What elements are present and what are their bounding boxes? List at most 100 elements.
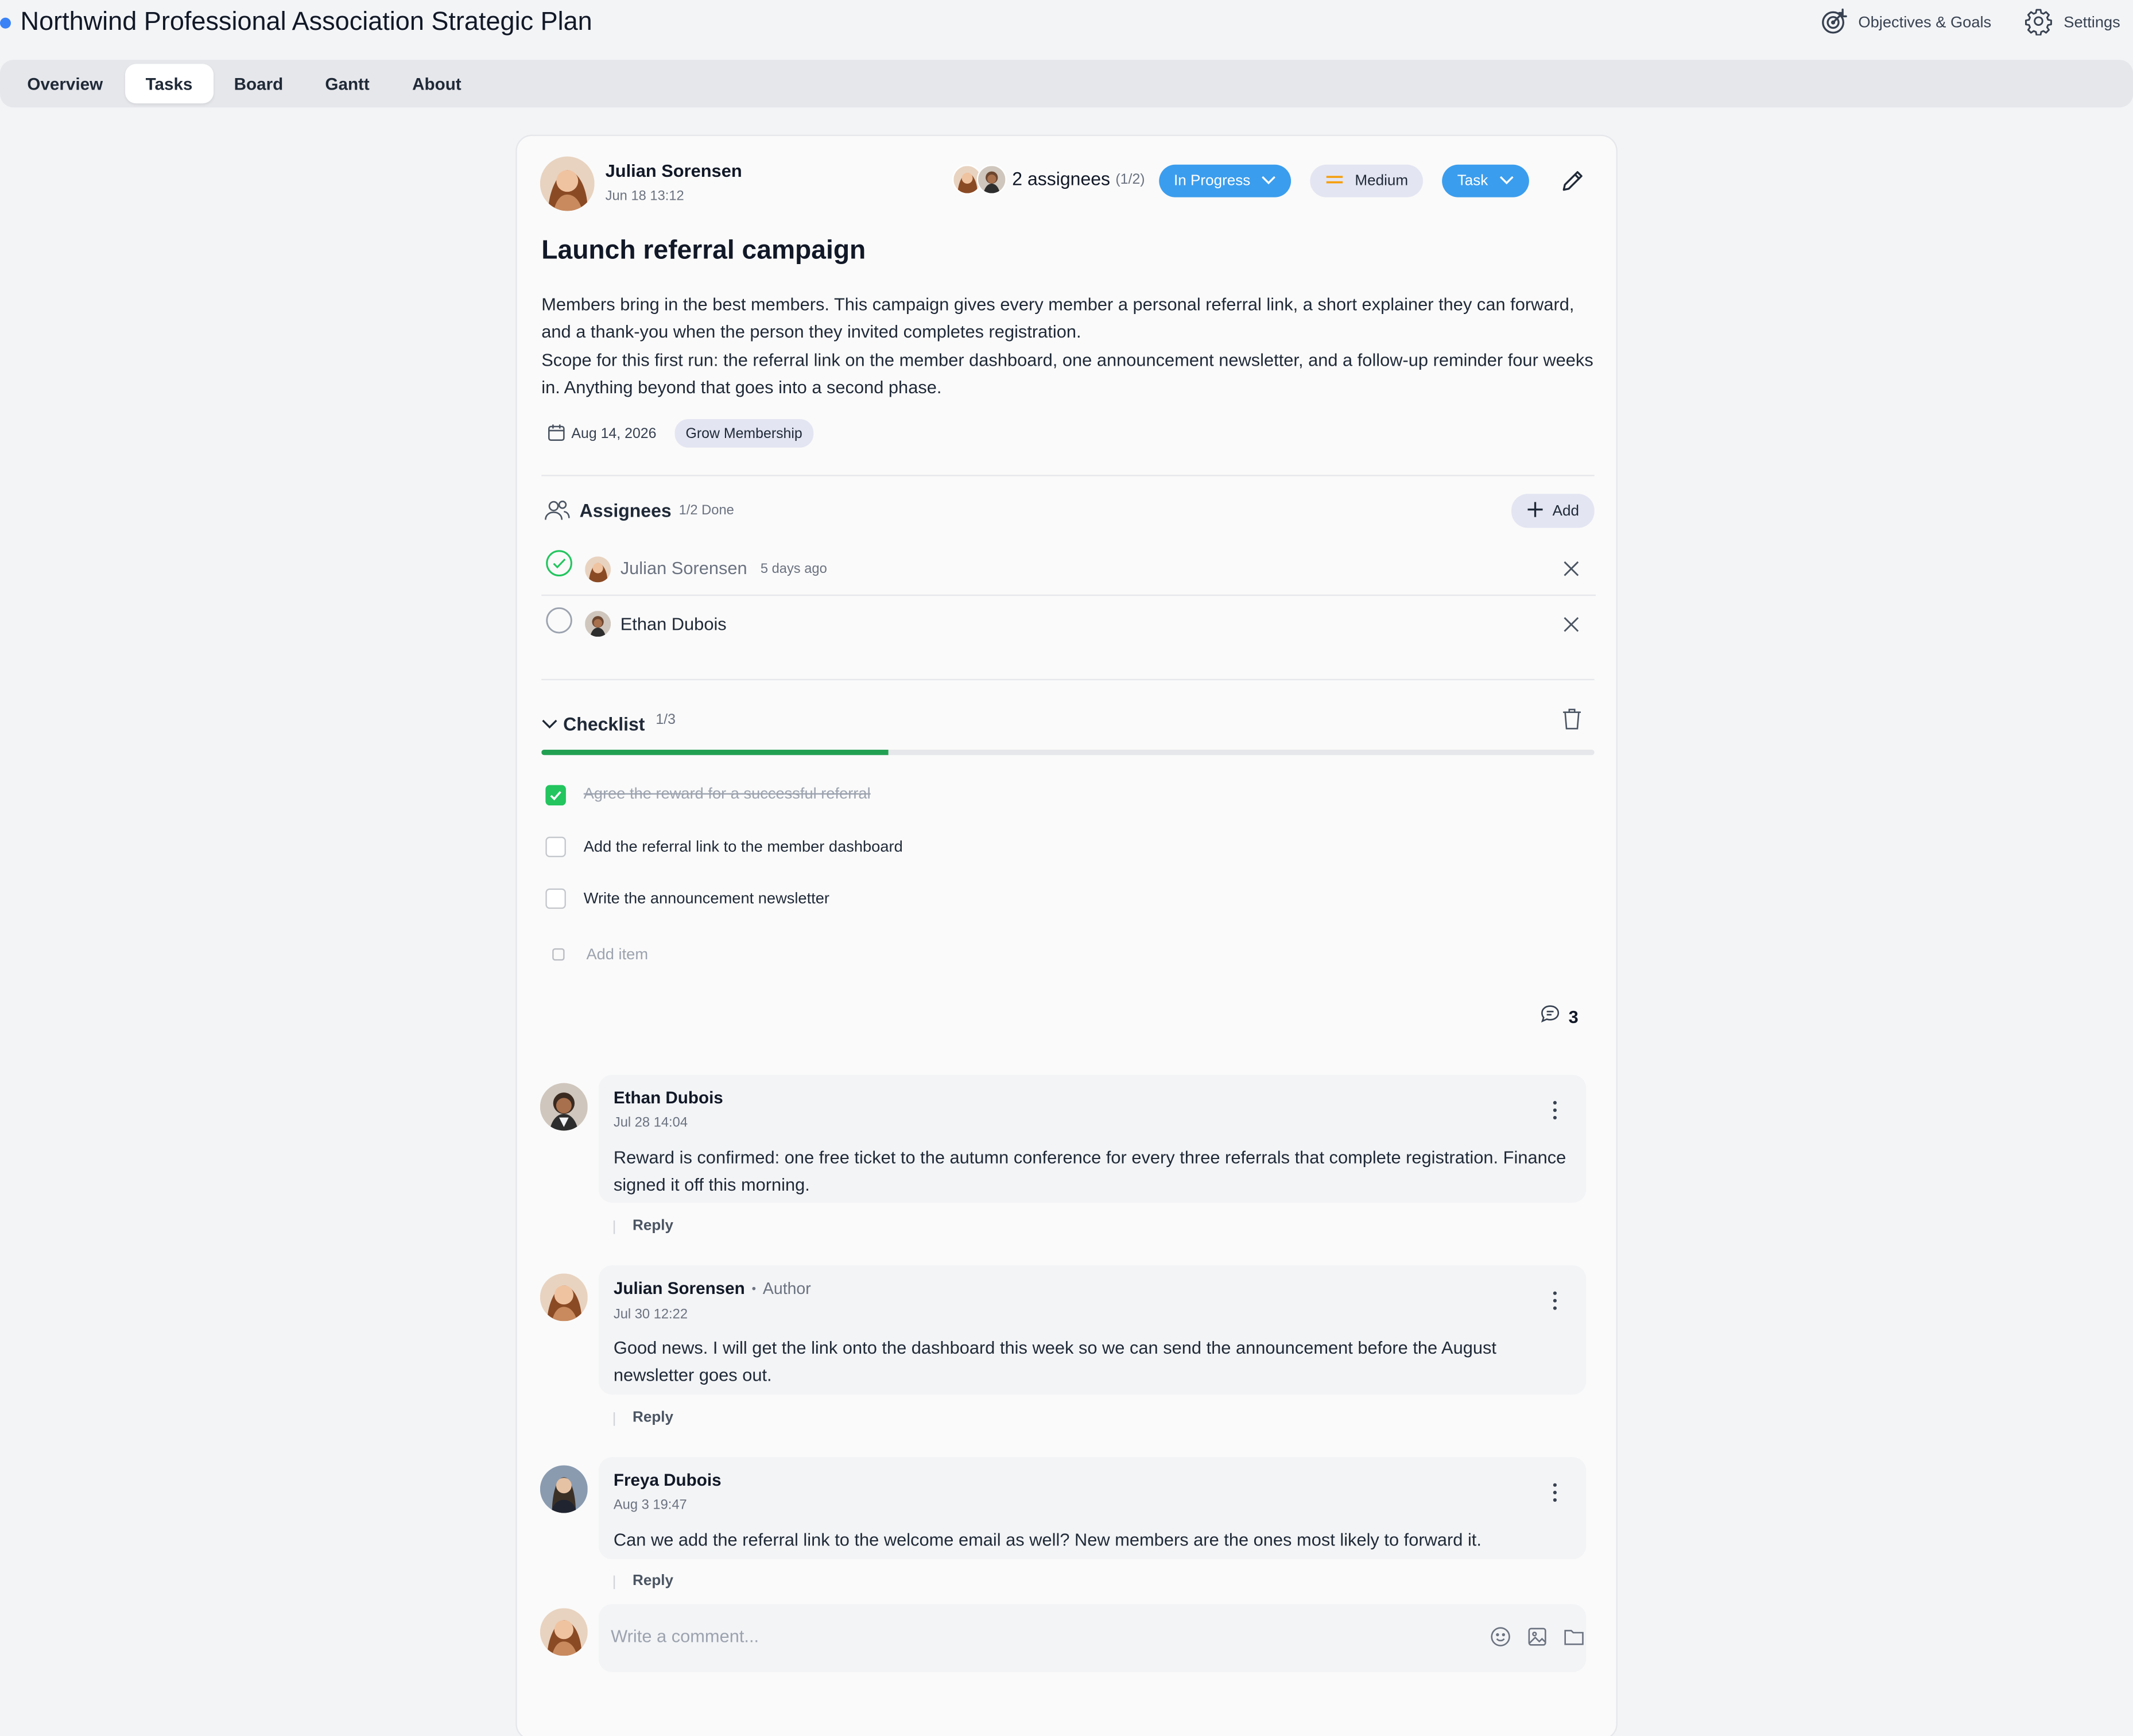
assignee-done-toggle[interactable]	[545, 607, 572, 634]
image-icon[interactable]	[1526, 1626, 1548, 1648]
task-type-dropdown[interactable]: Task	[1442, 164, 1529, 197]
checklist-item: Write the announcement newsletter	[544, 887, 1592, 914]
tab-about[interactable]: About	[392, 64, 482, 103]
tab-gantt[interactable]: Gantt	[305, 64, 390, 103]
comment-body: Reward is confirmed: one free ticket to …	[613, 1146, 1566, 1195]
assignees-done-count: 1/2 Done	[678, 503, 734, 518]
app-root: Northwind Professional Association Strat…	[0, 0, 2133, 1736]
comment-input-placeholder: Write a comment...	[611, 1626, 759, 1646]
assignee-done-toggle[interactable]	[545, 549, 572, 577]
checklist-heading: Checklist	[563, 714, 645, 734]
due-date-label: Aug 14, 2026	[571, 425, 657, 443]
plus-icon	[1527, 500, 1545, 522]
comment: Freya Dubois Aug 3 19:47 Can we add the …	[598, 1457, 1587, 1560]
author-avatar	[540, 156, 595, 211]
priority-dropdown[interactable]: Medium	[1310, 164, 1424, 197]
checklist-item-text: Write the announcement newsletter	[583, 891, 829, 908]
assignee-row: Ethan Dubois	[541, 600, 1596, 652]
assignee-name: Julian Sorensen	[620, 557, 747, 579]
trash-icon[interactable]	[1562, 707, 1583, 730]
assignees-summary-ratio: (1/2)	[1115, 171, 1145, 188]
reply-separator	[613, 1575, 615, 1590]
top-bar: Northwind Professional Association Strat…	[0, 0, 2133, 49]
calendar-icon	[547, 423, 566, 445]
users-icon	[543, 499, 570, 521]
objectives-goals-button[interactable]: Objectives & Goals	[1820, 7, 1992, 39]
comment-author: Julian Sorensen	[613, 1278, 745, 1298]
add-checklist-item-input[interactable]: Add item	[544, 941, 1592, 968]
reply-button[interactable]: Reply	[633, 1573, 673, 1589]
gear-icon	[2025, 7, 2053, 40]
project-status-dot	[0, 17, 11, 29]
section-divider	[541, 475, 1595, 476]
checkbox-placeholder-icon	[552, 948, 565, 961]
comment-time: Jul 28 14:04	[613, 1115, 688, 1131]
task-description: Members bring in the best members. This …	[541, 291, 1596, 401]
task-created-time: Jun 18 13:12	[605, 189, 684, 204]
due-date[interactable]: Aug 14, 2026	[547, 419, 657, 449]
chevron-down-icon	[1261, 173, 1276, 189]
checklist-checkbox[interactable]	[545, 888, 566, 909]
avatar	[585, 611, 611, 637]
close-icon[interactable]	[1562, 559, 1581, 578]
comment-body: Good news. I will get the link onto the …	[613, 1337, 1496, 1386]
folder-icon[interactable]	[1563, 1626, 1585, 1648]
commenter-avatar	[540, 1083, 588, 1131]
comment-time: Aug 3 19:47	[613, 1498, 687, 1513]
assignee-avatar-stack[interactable]	[952, 164, 1010, 195]
more-vertical-icon[interactable]	[1548, 1099, 1562, 1121]
comment-header: Julian Sorensen • Author	[614, 1279, 811, 1298]
close-icon[interactable]	[1562, 615, 1581, 634]
status-label: In Progress	[1174, 172, 1251, 189]
tab-overview[interactable]: Overview	[7, 64, 123, 103]
reply-separator	[613, 1412, 615, 1426]
more-vertical-icon[interactable]	[1548, 1290, 1562, 1312]
comment-body: Can we add the referral link to the welc…	[613, 1529, 1482, 1550]
comments-count: 3	[1568, 1006, 1579, 1028]
comment-author: Ethan Dubois	[613, 1088, 723, 1108]
status-dropdown[interactable]: In Progress	[1159, 164, 1292, 197]
tab-board[interactable]: Board	[214, 64, 304, 103]
avatar	[585, 556, 611, 583]
assignee-completed-time: 5 days ago	[760, 561, 827, 577]
comment: Ethan Dubois Jul 28 14:04 Reward is conf…	[598, 1075, 1587, 1203]
objective-tag[interactable]: Grow Membership	[674, 418, 813, 448]
more-vertical-icon[interactable]	[1548, 1482, 1562, 1504]
add-item-placeholder: Add item	[586, 947, 649, 963]
settings-label: Settings	[2064, 15, 2120, 32]
comment-input[interactable]: Write a comment...	[598, 1604, 1587, 1672]
chevron-down-icon	[541, 712, 557, 737]
task-description-paragraph: Scope for this first run: the referral l…	[541, 349, 1593, 397]
emoji-icon[interactable]	[1490, 1626, 1511, 1648]
checklist-collapse-toggle[interactable]: Checklist	[541, 712, 645, 737]
add-assignee-button[interactable]: Add	[1511, 494, 1595, 528]
comment-time: Jul 30 12:22	[613, 1307, 688, 1323]
project-title: Northwind Professional Association Strat…	[20, 8, 592, 37]
checklist-item-text: Agree the reward for a successful referr…	[583, 786, 871, 803]
assignee-name: Ethan Dubois	[620, 613, 727, 634]
avatar	[976, 164, 1007, 195]
section-divider	[541, 679, 1595, 680]
current-user-avatar	[540, 1608, 588, 1656]
assignee-row: Julian Sorensen 5 days ago	[541, 544, 1596, 596]
checklist-item: Agree the reward for a successful referr…	[544, 784, 1592, 811]
objectives-goals-label: Objectives & Goals	[1858, 15, 1992, 32]
task-type-label: Task	[1457, 172, 1488, 189]
comments-count-badge: 3	[1540, 1004, 1579, 1030]
checklist-checkbox[interactable]	[545, 836, 566, 858]
task-author-name: Julian Sorensen	[605, 160, 742, 181]
priority-label: Medium	[1355, 172, 1409, 189]
settings-button[interactable]: Settings	[2025, 8, 2120, 38]
task-detail-card: Julian Sorensen Jun 18 13:12 2 assignees…	[515, 134, 1618, 1736]
commenter-avatar	[540, 1465, 588, 1513]
comment: Julian Sorensen • Author Jul 30 12:22 Go…	[598, 1265, 1587, 1395]
tab-tasks[interactable]: Tasks	[125, 64, 213, 104]
reply-button[interactable]: Reply	[633, 1409, 673, 1425]
reply-button[interactable]: Reply	[633, 1218, 673, 1234]
target-icon	[1820, 7, 1847, 39]
priority-medium-icon	[1325, 172, 1344, 190]
tab-bar: Overview Tasks Board Gantt About	[0, 60, 2133, 108]
edit-pencil-icon[interactable]	[1560, 169, 1585, 193]
checklist-checkbox[interactable]	[545, 785, 566, 806]
checklist-progress-bar	[541, 749, 1595, 755]
